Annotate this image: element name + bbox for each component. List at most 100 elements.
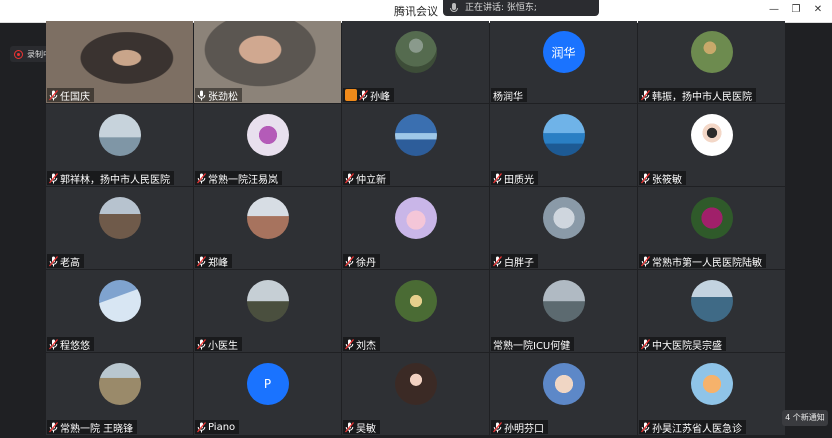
- mic-muted-icon: [197, 172, 206, 183]
- participant-nameplate: 杨润华: [491, 88, 527, 103]
- participant-tile[interactable]: 白胖子: [490, 187, 637, 269]
- participant-name: 孙明芬口: [504, 423, 544, 435]
- avatar: [394, 280, 437, 323]
- screen-share-icon: [345, 89, 357, 101]
- participant-tile[interactable]: 孙昊江苏省人医急诊: [638, 353, 785, 435]
- participant-nameplate: 仲立新: [343, 171, 390, 186]
- participant-tile[interactable]: 常熟一院ICU何健: [490, 270, 637, 352]
- avatar: [690, 197, 733, 240]
- participant-tile[interactable]: 中大医院吴宗盛: [638, 270, 785, 352]
- app-title: 腾讯会议: [394, 5, 438, 18]
- participant-nameplate: 张筱敏: [639, 171, 686, 186]
- maximize-button[interactable]: ❐: [788, 3, 804, 17]
- mic-icon: [197, 90, 206, 100]
- avatar: [394, 31, 437, 74]
- mic-muted-icon: [493, 421, 502, 432]
- participant-tile[interactable]: 张劲松: [194, 21, 341, 103]
- participant-nameplate: 孙昊江苏省人医急诊: [639, 420, 746, 435]
- mic-muted-icon: [49, 172, 58, 183]
- participant-tile[interactable]: 孙明芬口: [490, 353, 637, 435]
- participant-name: 韩振，扬中市人民医院: [652, 91, 752, 103]
- participant-tile[interactable]: 常熟一院汪易岚: [194, 104, 341, 186]
- participant-nameplate: 韩振，扬中市人民医院: [639, 88, 756, 103]
- participant-tile[interactable]: 徐丹: [342, 187, 489, 269]
- close-button[interactable]: ✕: [810, 3, 826, 17]
- mic-muted-icon: [49, 255, 58, 266]
- participant-nameplate: 老高: [47, 254, 84, 269]
- participant-nameplate: 郑峰: [195, 254, 232, 269]
- participant-name: 老高: [60, 257, 80, 269]
- mic-muted-icon: [197, 421, 206, 432]
- participant-tile[interactable]: 吴敏: [342, 353, 489, 435]
- mic-muted-icon: [641, 338, 650, 349]
- participant-tile[interactable]: 韩振，扬中市人民医院: [638, 21, 785, 103]
- participant-tile[interactable]: P Piano: [194, 353, 341, 435]
- participant-name: 程悠悠: [60, 340, 90, 352]
- mic-muted-icon: [641, 89, 650, 100]
- participant-tile[interactable]: 仲立新: [342, 104, 489, 186]
- participant-nameplate: 中大医院吴宗盛: [639, 337, 726, 352]
- participant-name: 常熟一院汪易岚: [208, 174, 278, 186]
- participant-nameplate: 徐丹: [343, 254, 380, 269]
- avatar: [98, 363, 141, 406]
- mic-muted-icon: [345, 172, 354, 183]
- participant-nameplate: 孙峰: [343, 88, 394, 103]
- participant-nameplate: 刘杰: [343, 337, 380, 352]
- participant-nameplate: 郭祥林，扬中市人民医院: [47, 171, 174, 186]
- participant-name: 中大医院吴宗盛: [652, 340, 722, 352]
- participant-nameplate: 小医生: [195, 337, 242, 352]
- mic-muted-icon: [197, 338, 206, 349]
- participant-tile[interactable]: 程悠悠: [46, 270, 193, 352]
- participant-name: 田质光: [504, 174, 534, 186]
- avatar: [542, 114, 585, 157]
- participant-name: 孙昊江苏省人医急诊: [652, 423, 742, 435]
- participant-tile[interactable]: 刘杰: [342, 270, 489, 352]
- participant-nameplate: 常熟一院汪易岚: [195, 171, 282, 186]
- participant-name: 常熟一院ICU何健: [493, 340, 571, 352]
- speaking-label: 正在讲话: 张恒东;: [465, 3, 537, 13]
- participant-name: Piano: [208, 421, 236, 433]
- mic-muted-icon: [641, 421, 650, 432]
- participant-tile[interactable]: 郭祥林，扬中市人民医院: [46, 104, 193, 186]
- speaking-indicator: 正在讲话: 张恒东;: [443, 0, 599, 16]
- participant-name: 孙峰: [370, 91, 390, 103]
- avatar: [690, 363, 733, 406]
- participant-name: 任国庆: [60, 91, 90, 103]
- avatar: [246, 197, 289, 240]
- avatar: [542, 363, 585, 406]
- mic-muted-icon: [49, 421, 58, 432]
- mic-muted-icon: [49, 338, 58, 349]
- mic-muted-icon: [197, 255, 206, 266]
- participant-name: 郑峰: [208, 257, 228, 269]
- participant-tile[interactable]: 老高: [46, 187, 193, 269]
- participant-name: 吴敏: [356, 423, 376, 435]
- participant-nameplate: 吴敏: [343, 420, 380, 435]
- mic-icon: [450, 3, 458, 12]
- participant-nameplate: 常熟一院ICU何健: [491, 337, 575, 352]
- participant-tile[interactable]: 常熟市第一人民医院陆敏: [638, 187, 785, 269]
- participant-tile[interactable]: 小医生: [194, 270, 341, 352]
- participant-nameplate: 程悠悠: [47, 337, 94, 352]
- participant-tile[interactable]: 孙峰: [342, 21, 489, 103]
- participant-tile[interactable]: 张筱敏: [638, 104, 785, 186]
- participant-nameplate: Piano: [195, 420, 240, 434]
- window-controls: — ❐ ✕: [766, 3, 826, 17]
- participant-tile[interactable]: 常熟一院 王晓锋: [46, 353, 193, 435]
- participant-tile[interactable]: 郑峰: [194, 187, 341, 269]
- avatar: [542, 197, 585, 240]
- minimize-button[interactable]: —: [766, 3, 782, 17]
- participant-name: 常熟一院 王晓锋: [60, 423, 134, 435]
- participant-tile[interactable]: 任国庆: [46, 21, 193, 103]
- participant-nameplate: 田质光: [491, 171, 538, 186]
- avatar: [542, 280, 585, 323]
- record-icon: [14, 49, 23, 59]
- participant-name: 杨润华: [493, 91, 523, 103]
- avatar: [98, 197, 141, 240]
- participant-nameplate: 任国庆: [47, 88, 94, 103]
- avatar: P: [246, 363, 289, 406]
- title-bar: 腾讯会议 — ❐ ✕: [0, 0, 832, 23]
- mic-muted-icon: [493, 255, 502, 266]
- participant-tile[interactable]: 润华 杨润华: [490, 21, 637, 103]
- participant-tile[interactable]: 田质光: [490, 104, 637, 186]
- notification-badge[interactable]: 4 个新通知: [782, 410, 828, 426]
